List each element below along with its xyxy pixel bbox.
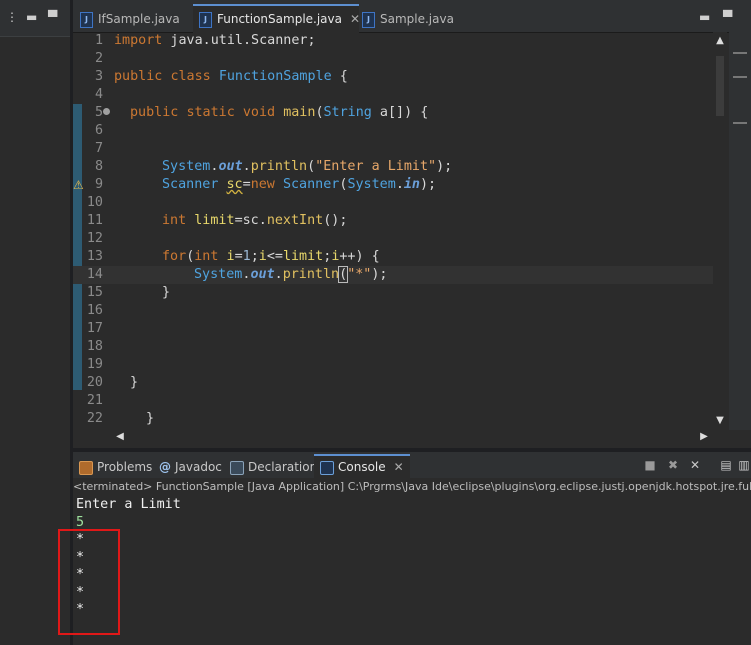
console-line: * [76,602,85,617]
code-line: 3 public class FunctionSample { [94,69,348,84]
scroll-left-icon[interactable]: ◀ [113,430,127,444]
console-output[interactable]: Enter a Limit 5 * * * * * [76,496,746,619]
code-line: 11 int limit=sc.nextInt(); [86,213,348,228]
code-line: 18 [86,339,103,354]
problems-icon [79,460,93,475]
ruler-mark[interactable] [733,76,747,78]
code-line: 22} [86,411,155,426]
left-panel-toolbar: ⋮ ▬ ▀ [0,0,70,37]
java-file-icon: J [80,11,93,28]
tab-javadoc[interactable]: @ Javadoc [159,456,222,478]
overview-ruler[interactable] [729,32,751,430]
close-icon[interactable]: ✕ [350,12,360,26]
remove-all-terminated-icon[interactable]: ✕ [688,458,702,472]
code-line: 9 Scanner sc=new Scanner(System.in); [94,177,437,192]
java-file-icon: J [362,11,375,28]
console-line: * [76,584,85,600]
console-line: * [76,549,85,565]
ruler-mark[interactable] [733,52,747,54]
declaration-icon [230,460,244,475]
code-line: 8 System.out.println("Enter a Limit"); [94,159,453,174]
scroll-up-icon[interactable]: ▲ [713,34,727,48]
at-icon: @ [159,460,171,474]
ruler-mark[interactable] [733,122,747,124]
console-line: Enter a Limit [76,497,181,512]
code-line: 17 [86,321,103,336]
minimize-icon[interactable]: ▬ [699,10,710,24]
code-editor: J IfSample.java J FunctionSample.java ✕ J Sa… [73,0,751,448]
code-line: 21 [86,393,103,408]
terminate-icon[interactable]: ■ [643,458,657,472]
editor-tab-bar: J IfSample.java J FunctionSample.java ✕ J Sa… [73,0,751,34]
horizontal-scrollbar[interactable]: ◀ ▶ [113,430,713,444]
maximize-icon[interactable]: ▀ [723,10,732,24]
bottom-views-panel: Problems @ Javadoc Declaration Console ✕ ■… [73,452,751,645]
tab-problems[interactable]: Problems [79,456,152,478]
code-area[interactable]: 1 import java.util.Scanner; 2 3 public cla… [73,32,713,430]
code-line-current: 14 System.out.println("*"); [73,266,713,284]
code-line: 10 [86,195,103,210]
vertical-scrollbar[interactable]: ▲ ▼ [713,32,727,430]
more-vertical-icon[interactable]: ⋮ [6,10,18,24]
code-line: 13 for(int i=1;i<=limit;i++) { [86,249,380,264]
remove-launch-icon[interactable]: ✖ [666,458,680,472]
code-line: 6 [94,123,103,138]
scroll-down-icon[interactable]: ▼ [713,414,727,428]
code-line: 7 [94,141,103,156]
code-line: 16 [86,303,103,318]
tab-ifsample[interactable]: J IfSample.java [80,6,195,32]
code-line: 4 [94,87,103,102]
console-process-label: <terminated> FunctionSample [Java Applic… [73,479,751,495]
console-line: * [76,532,85,547]
scroll-lock-icon[interactable]: ▤ [719,458,733,472]
code-line: 5 public static void main(String a[]) { [94,105,429,120]
code-line: 15} [86,285,171,300]
scroll-right-icon[interactable]: ▶ [697,430,711,444]
clear-console-icon[interactable]: ▥ [737,458,751,472]
tab-functionsample[interactable]: J FunctionSample.java ✕ [193,4,360,34]
code-line: 12 [86,231,103,246]
code-line: 20} [86,375,139,390]
console-icon [320,460,334,475]
tab-declaration[interactable]: Declaration [230,456,317,478]
code-line: 2 [94,51,103,66]
close-icon[interactable]: ✕ [394,460,404,474]
tab-console[interactable]: Console ✕ [314,454,410,480]
views-tab-bar: Problems @ Javadoc Declaration Console ✕ ■… [73,452,751,480]
minimize-icon[interactable]: ▬ [26,10,37,24]
code-line: 1 import java.util.Scanner; [94,33,316,48]
console-line: * [76,567,85,582]
tab-sample[interactable]: J Sample.java [362,6,462,32]
java-file-icon: J [199,11,212,28]
highlight-annotation-box [58,529,120,635]
console-input-line: 5 [76,514,85,530]
maximize-icon[interactable]: ▀ [48,10,57,24]
code-line: 19 [86,357,103,372]
scrollbar-thumb[interactable] [716,56,724,116]
